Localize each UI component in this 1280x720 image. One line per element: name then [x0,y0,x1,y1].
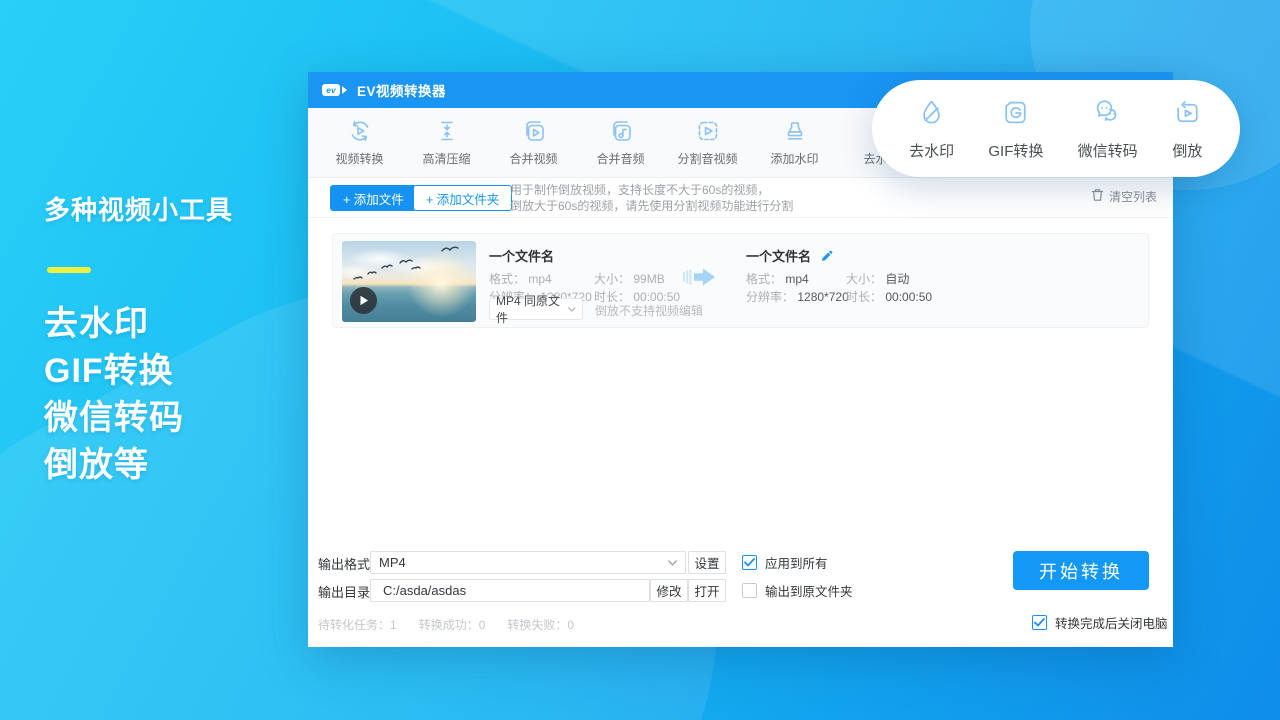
toolbar-item-label: 分割音视频 [677,150,737,167]
split-av-icon [695,118,721,144]
merge-video-icon [521,118,547,144]
toolbar-item-label: 合并音频 [596,150,644,167]
output-dir-label: 输出目录 [318,582,370,601]
bubble-item-gif-convert[interactable]: GIF转换 [988,97,1043,161]
output-format-label: 输出格式 [318,554,370,573]
video-convert-icon [347,118,373,144]
toolbar-item-split-av[interactable]: 分割音视频 [664,108,751,177]
output-format: 格式： mp4 [746,270,809,287]
output-to-source-checkbox[interactable]: 输出到原文件夹 [742,581,853,600]
bubble-item-reverse-play[interactable]: 倒放 [1172,97,1203,161]
convert-arrow-icon [683,264,717,295]
promo-title: 多种视频小工具 [44,190,233,227]
output-size: 大小： 自动 [846,270,909,287]
add-watermark-icon [782,118,808,144]
output-file-name: 一个文件名 [746,246,833,265]
source-size: 大小： 99MB [594,270,665,287]
window-title: EV视频转换器 [357,80,446,100]
success-count: 转换成功：0 [419,616,486,633]
wechat-icon [1092,97,1123,133]
video-thumbnail [342,241,476,322]
checkbox-unchecked-icon [742,583,757,598]
add-file-button[interactable]: + 添加文件 [330,185,417,211]
toolbar-item-hd-compress[interactable]: 高清压缩 [403,108,490,177]
output-dir-input[interactable] [370,579,650,602]
chevron-down-icon [568,307,576,312]
app-logo-icon: ev [322,84,347,96]
toolbar-item-video-convert[interactable]: 视频转换 [316,108,403,177]
tools-highlight-bubble: 去水印 GIF转换 微信转码 [872,80,1240,177]
checkbox-checked-icon [1032,615,1047,630]
source-format: 格式： mp4 [489,270,552,287]
promo-feature: 微信转码 [44,395,233,442]
apply-all-checkbox[interactable]: 应用到所有 [742,553,828,572]
chevron-down-icon [668,560,677,566]
toolbar-item-label: 合并视频 [509,150,557,167]
settings-button[interactable]: 设置 [688,551,726,574]
gif-convert-icon [1000,97,1031,133]
hd-compress-icon [434,118,460,144]
bubble-item-wechat-transcode[interactable]: 微信转码 [1078,97,1138,161]
source-file-name: 一个文件名 [489,246,554,265]
toolbar-item-merge-audio[interactable]: 合并音频 [577,108,664,177]
toolbar-item-label: 高清压缩 [422,150,470,167]
bubble-item-remove-watermark[interactable]: 去水印 [909,97,954,161]
shutdown-after-checkbox[interactable]: 转换完成后关闭电脑 [1032,613,1168,632]
file-list-item: 一个文件名 格式： mp4 大小： 99MB 分辨率： 1280*720 时长：… [332,233,1149,328]
output-format-select[interactable]: MP4 [370,551,686,574]
remove-watermark-icon [916,97,947,133]
merge-audio-icon [608,118,634,144]
modify-button[interactable]: 修改 [650,579,688,602]
clear-list-button[interactable]: 清空列表 [1091,188,1157,205]
reverse-play-icon [1172,97,1203,133]
start-convert-button[interactable]: 开始转换 [1013,551,1149,590]
toolbar-item-add-watermark[interactable]: 添加水印 [751,108,838,177]
promo-accent-dash [47,267,91,273]
action-row: + 添加文件 + 添加文件夹 用于制作倒放视频，支持长度不大于60s的视频， 倒… [308,178,1173,218]
reverse-edit-note: 倒放不支持视频编辑 [595,302,703,319]
toolbar-item-label: 视频转换 [335,150,383,167]
promo-feature: 去水印 [44,301,233,348]
add-folder-button[interactable]: + 添加文件夹 [413,185,512,211]
promo-panel: 多种视频小工具 去水印 GIF转换 微信转码 倒放等 [44,190,233,489]
open-button[interactable]: 打开 [688,579,726,602]
promo-feature: 倒放等 [44,442,233,489]
promo-feature-list: 去水印 GIF转换 微信转码 倒放等 [44,301,233,489]
output-duration: 时长： 00:00:50 [846,288,932,305]
output-resolution: 分辨率： 1280*720 [746,288,849,305]
toolbar-item-label: 添加水印 [770,150,818,167]
toolbar-item-merge-video[interactable]: 合并视频 [490,108,577,177]
play-button[interactable] [350,287,377,314]
checkbox-checked-icon [742,555,757,570]
trash-icon [1091,188,1104,205]
pending-tasks: 待转化任务：1 [318,616,397,633]
reverse-hint-text: 用于制作倒放视频，支持长度不大于60s的视频， 倒放大于60s的视频，请先使用分… [510,182,793,214]
per-file-format-select[interactable]: MP4 同原文件 [489,298,583,320]
conversion-stats: 待转化任务：1 转换成功：0 转换失败：0 [318,616,574,633]
promo-feature: GIF转换 [44,348,233,395]
edit-name-icon[interactable] [821,250,833,265]
failed-count: 转换失败：0 [507,616,574,633]
